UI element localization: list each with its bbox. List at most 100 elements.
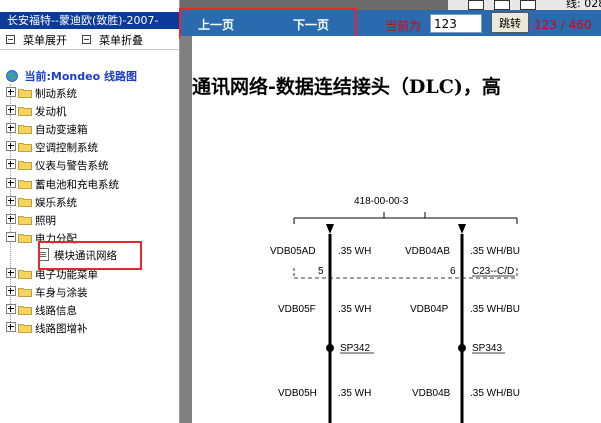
wire-code-right-1: VDB04AB [405,246,450,257]
expand-toggle-icon[interactable] [6,286,16,296]
document-page: 通讯网络-数据连结接头（DLC)，高 418-00-00-3 VDB05AD .… [192,36,601,423]
tree-child-label: 模块通讯网络 [54,250,117,262]
wire-spec-right-1: .35 WH/BU [470,246,520,257]
collapse-icon [82,35,91,44]
tree-item-label: 自动变速箱 [35,124,88,137]
tree-item[interactable]: 自动变速箱 [6,123,88,138]
splice-dot-right [458,344,466,352]
collapse-menu-label: 菜单折叠 [99,34,143,47]
pin-arrow-left [326,224,334,234]
tree-item[interactable]: 娱乐系统 [6,195,77,211]
tree-item[interactable]: 空调控制系统 [6,141,98,156]
strip-box [494,0,510,10]
folder-icon [18,288,32,297]
tree-item-label: 电力分配 [35,232,77,245]
globe-icon [6,70,18,82]
folder-icon [18,269,32,279]
tree-item[interactable]: 线路图增补 [6,322,88,337]
expand-toggle-icon[interactable] [6,105,16,116]
top-strip: 线: 028 [448,0,601,10]
tree-item-label: 电子功能菜单 [35,268,98,281]
connector-pin-right: 6 [450,266,456,277]
tree-item-label: 空调控制系统 [35,142,98,155]
tree-item[interactable]: 照明 [6,213,56,229]
tree-item-label: 发动机 [35,106,67,119]
wire-code-left-1: VDB05AD [270,246,316,257]
wire-spec-left-2: .35 WH [338,304,371,315]
strip-text: 线: 028 [566,0,601,10]
tree-item[interactable]: 仪表与警告系统 [6,159,109,174]
page-count: 123 / 460 [534,18,592,32]
prev-page-link[interactable]: 上一页 [198,16,234,33]
folder-icon [18,143,32,153]
folder-icon [18,306,32,315]
splice-label-right: SP343 [472,343,502,354]
tree-item[interactable]: 车身与涂装 [6,286,88,301]
tree-item-label: 线路信息 [35,305,77,318]
left-gutter [180,36,192,423]
folder-icon [18,179,32,189]
folder-icon [18,161,32,171]
tree-item-label: 仪表与警告系统 [35,160,109,173]
expand-toggle-icon[interactable] [6,322,16,333]
tree-item[interactable]: 发动机 [6,105,67,120]
tree-panel: 长安福特--蒙迪欧(致胜)-2007- 菜单展开 菜单折叠 当前:Mondeo … [0,0,180,423]
jump-button[interactable]: 跳转 [491,12,529,33]
tree-root[interactable]: 当前:Mondeo 线路图 [6,68,137,83]
folder-icon [18,215,32,225]
expand-toggle-icon[interactable] [6,87,16,97]
wire-code-left-2: VDB05F [278,304,316,315]
tree-item-label: 线路图增补 [35,323,88,336]
tree-item-label: 照明 [35,214,56,227]
expand-icon [6,35,15,44]
wire-spec-left-3: .35 WH [338,388,371,399]
wire-code-right-2: VDB04P [410,304,449,315]
expand-toggle-icon[interactable] [6,213,16,224]
wire-spec-right-3: .35 WH/BU [470,388,520,399]
wire-code-right-3: VDB04B [412,388,451,399]
tree-toolbar: 菜单展开 菜单折叠 [0,31,179,50]
expand-toggle-icon[interactable] [6,267,16,278]
wiring-diagram: 418-00-00-3 VDB05AD .35 WH VDB04AB .35 W… [270,196,520,423]
tree-item-label: 车身与涂装 [35,287,88,299]
folder-icon [18,324,32,334]
tree-root-label: 当前:Mondeo 线路图 [24,70,137,83]
collapse-toggle-icon[interactable] [6,231,16,242]
collapse-menu-button[interactable]: 菜单折叠 [82,34,143,48]
tree-item[interactable]: 蓄电池和充电系统 [6,177,119,193]
tree-child-item[interactable]: 模块通讯网络 [38,248,119,264]
wire-code-left-3: VDB05H [278,388,317,399]
tree-item[interactable]: 电力分配 [6,231,77,247]
expand-toggle-icon[interactable] [6,177,16,188]
pin-arrow-right [458,224,466,234]
folder-icon [18,197,32,207]
expand-toggle-icon[interactable] [6,123,16,134]
tree-item[interactable]: 制动系统 [6,87,77,102]
tree-item[interactable]: 线路信息 [6,304,77,319]
next-page-link[interactable]: 下一页 [293,16,329,33]
expand-toggle-icon[interactable] [6,304,16,315]
document-icon [38,248,49,261]
expand-toggle-icon[interactable] [6,195,16,206]
folder-icon [18,89,32,98]
splice-label-left: SP342 [340,343,370,354]
page-number-input[interactable] [430,14,482,33]
expand-menu-button[interactable]: 菜单展开 [6,34,67,48]
connector-pin-left: 5 [318,266,324,277]
tree-item[interactable]: 电子功能菜单 [6,267,98,283]
folder-icon [18,125,32,135]
diagram-header-label: 418-00-00-3 [354,196,409,207]
strip-box [468,0,484,10]
expand-menu-label: 菜单展开 [23,34,67,47]
wire-spec-left-1: .35 WH [338,246,371,257]
strip-box [520,0,536,10]
expand-toggle-icon[interactable] [6,159,16,170]
connector-label: C23--C/D [472,266,514,277]
panel-title: 长安福特--蒙迪欧(致胜)-2007- [0,12,179,29]
tree-item-label: 制动系统 [35,88,77,100]
expand-toggle-icon[interactable] [6,141,16,152]
wire-spec-right-2: .35 WH/BU [470,304,520,315]
tree-item-label: 娱乐系统 [35,196,77,209]
folder-icon [18,107,32,116]
folder-open-icon [18,233,32,243]
